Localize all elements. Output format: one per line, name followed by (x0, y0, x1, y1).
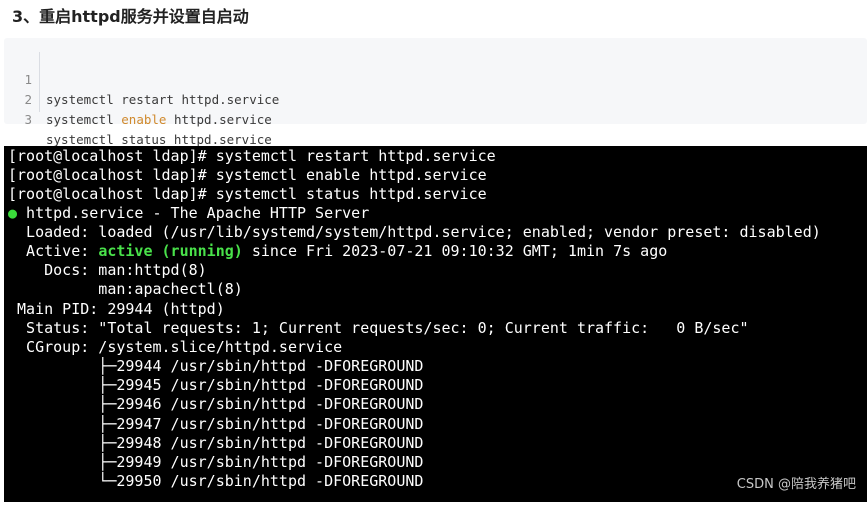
process-line: ├─29946 /usr/sbin/httpd -DFOREGROUND (8, 395, 424, 413)
cgroup-line: CGroup: /system.slice/httpd.service (8, 338, 343, 356)
line-number: 3 (24, 112, 32, 127)
terminal-prompt-line: [root@localhost ldap]# systemctl enable … (8, 166, 487, 184)
process-line: ├─29944 /usr/sbin/httpd -DFOREGROUND (8, 357, 424, 375)
process-line: ├─29949 /usr/sbin/httpd -DFOREGROUND (8, 453, 424, 471)
code-text: systemctl enable httpd.service (46, 110, 272, 130)
line-number-gutter-divider (39, 52, 40, 112)
main-pid-line: Main PID: 29944 (httpd) (8, 300, 225, 318)
active-label: Active: (8, 242, 99, 260)
code-text-after-keyword: httpd.service (166, 112, 272, 127)
code-line: 3 systemctl status httpd.service (4, 90, 271, 147)
status-bullet-icon: ● (8, 204, 18, 222)
code-line: 2 systemctl enable httpd.service (4, 70, 271, 127)
section-heading: 3、重启httpd服务并设置自启动 (12, 7, 249, 26)
active-state: active (running) (98, 242, 243, 260)
code-keyword: enable (121, 112, 167, 127)
code-block: 1 systemctl restart httpd.service 2 syst… (4, 38, 867, 147)
terminal-output: [root@localhost ldap]# systemctl restart… (4, 146, 867, 502)
watermark: CSDN @陪我养猪吧 (736, 477, 856, 492)
process-line: └─29950 /usr/sbin/httpd -DFOREGROUND (8, 472, 424, 490)
docs-line: Docs: man:httpd(8) (8, 261, 207, 279)
status-line: Status: "Total requests: 1; Current requ… (8, 319, 749, 337)
service-title: httpd.service - The Apache HTTP Server (17, 204, 370, 222)
active-line: Active: active (running) since Fri 2023-… (8, 242, 667, 261)
docs-line: man:apachectl(8) (8, 280, 243, 298)
code-text: systemctl restart httpd.service (46, 92, 280, 107)
process-line: ├─29945 /usr/sbin/httpd -DFOREGROUND (8, 376, 424, 394)
process-line: ├─29948 /usr/sbin/httpd -DFOREGROUND (8, 434, 424, 452)
active-since: since Fri 2023-07-21 09:10:32 GMT; 1min … (242, 242, 668, 260)
process-line: ├─29947 /usr/sbin/httpd -DFOREGROUND (8, 415, 424, 433)
terminal-prompt-line: [root@localhost ldap]# systemctl restart… (8, 147, 496, 165)
terminal-prompt-line: [root@localhost ldap]# systemctl status … (8, 185, 487, 203)
loaded-line: Loaded: loaded (/usr/lib/systemd/system/… (8, 223, 821, 241)
code-line: 1 systemctl restart httpd.service (4, 50, 279, 107)
code-text-before-keyword: systemctl (46, 112, 122, 127)
service-title-line: ● httpd.service - The Apache HTTP Server (8, 204, 369, 223)
